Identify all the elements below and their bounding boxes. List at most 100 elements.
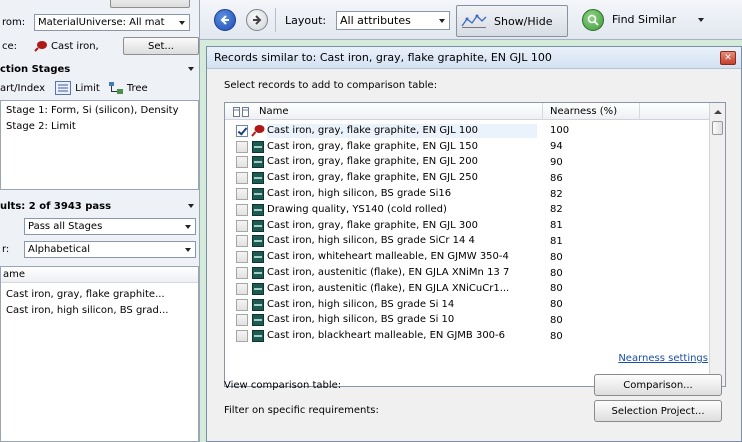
chevron-down-icon[interactable] (698, 18, 704, 22)
stage-type-toolbar: art/Index Limit Tree (0, 79, 200, 97)
record-nearness: 80 (550, 330, 563, 342)
pass-filter-combo[interactable]: Pass all Stages (24, 217, 196, 235)
row-checkbox[interactable] (236, 314, 248, 327)
show-hide-button[interactable]: Show/Hide (456, 5, 568, 37)
change-button-partial[interactable] (110, 0, 190, 8)
nearness-column-header[interactable]: Nearness (%) (550, 103, 640, 120)
results-name-header[interactable]: ame (1, 267, 198, 283)
record-nearness: 81 (550, 235, 563, 247)
material-record-icon (252, 140, 264, 153)
sort-value: Alphabetical (28, 243, 91, 255)
from-combo[interactable]: MaterialUniverse: All mat (34, 13, 190, 31)
material-record-icon (252, 235, 264, 248)
vertical-scrollbar[interactable] (709, 103, 725, 386)
forward-button[interactable] (246, 9, 268, 31)
record-nearness: 90 (550, 156, 563, 168)
row-checkbox[interactable] (236, 267, 248, 280)
table-row[interactable]: Cast iron, gray, flake graphite, EN GJL … (225, 123, 709, 139)
result-item[interactable]: Cast iron, high silicon, BS grad... (6, 305, 168, 316)
selection-stages-header: ction Stages (0, 60, 200, 78)
record-nearness: 100 (550, 125, 570, 137)
close-icon: ✕ (724, 53, 732, 63)
stage-item[interactable]: Stage 2: Limit (6, 121, 76, 132)
row-checkbox[interactable] (236, 203, 248, 216)
record-name: Cast iron, high silicon, BS grade SiCr 1… (267, 235, 475, 247)
table-row[interactable]: Cast iron, gray, flake graphite, EN GJL … (225, 139, 709, 155)
scroll-up-icon[interactable] (710, 105, 726, 119)
section-title: ction Stages (0, 63, 71, 75)
record-name: Cast iron, austenitic (flake), EN GJLA X… (267, 267, 510, 279)
select-all-header[interactable] (233, 103, 255, 120)
table-row[interactable]: Cast iron, gray, flake graphite, EN GJL … (225, 170, 709, 186)
record-name: Cast iron, whiteheart malleable, EN GJMW… (267, 251, 509, 263)
layout-label: Layout: (285, 14, 327, 27)
scrollbar-thumb[interactable] (712, 121, 723, 135)
name-column-header[interactable]: Name (258, 103, 543, 120)
row-checkbox[interactable] (236, 124, 248, 137)
row-checkbox[interactable] (236, 140, 248, 153)
dialog-title-bar: Records similar to: Cast iron, gray, fla… (207, 47, 741, 69)
left-panel: rom: MaterialUniverse: All mat ce: Cast … (0, 0, 200, 442)
nearness-settings-link[interactable]: Nearness settings (618, 353, 708, 364)
set-button[interactable]: Set... (123, 37, 199, 55)
row-checkbox[interactable] (236, 330, 248, 343)
material-record-icon (252, 251, 264, 264)
limit-icon[interactable] (55, 81, 72, 95)
back-button[interactable] (214, 9, 236, 31)
table-row[interactable]: Cast iron, austenitic (flake), EN GJLA X… (225, 281, 709, 297)
results-count: ults: 2 of 3943 pass (0, 200, 112, 212)
from-label: rom: (2, 16, 26, 28)
tree-label[interactable]: Tree (127, 83, 148, 94)
row-checkbox[interactable] (236, 156, 248, 169)
close-button[interactable]: ✕ (720, 51, 736, 65)
stage-item[interactable]: Stage 1: Form, Si (silicon), Density (6, 105, 179, 116)
row-checkbox[interactable] (236, 298, 248, 311)
row-checkbox[interactable] (236, 219, 248, 232)
table-row[interactable]: Cast iron, high silicon, BS grade Si 14 8… (225, 297, 709, 313)
show-hide-label: Show/Hide (494, 14, 553, 28)
result-item[interactable]: Cast iron, gray, flake graphite... (6, 289, 165, 300)
chevron-down-icon[interactable] (188, 67, 194, 71)
chart-index-label[interactable]: art/Index (0, 83, 45, 94)
source-row: ce: Cast iron, Set... (2, 37, 199, 55)
chevron-down-icon[interactable] (188, 204, 194, 208)
row-checkbox[interactable] (236, 172, 248, 185)
sort-combo[interactable]: Alphabetical (24, 240, 196, 258)
row-checkbox[interactable] (236, 282, 248, 295)
pinned-record-icon (251, 125, 265, 138)
table-row[interactable]: Cast iron, high silicon, BS grade Si16 82 (225, 186, 709, 202)
limit-label[interactable]: Limit (75, 83, 100, 94)
row-checkbox[interactable] (236, 251, 248, 264)
table-row[interactable]: Cast iron, gray, flake graphite, EN GJL … (225, 218, 709, 234)
table-row[interactable]: Drawing quality, YS140 (cold rolled) 82 (225, 202, 709, 218)
row-checkbox[interactable] (236, 188, 248, 201)
toolbar-divider (275, 8, 276, 32)
material-record-icon (252, 267, 264, 280)
find-similar-button-icon[interactable] (582, 9, 604, 31)
columns-icon (233, 106, 249, 117)
record-nearness: 80 (550, 299, 563, 311)
source-value: Cast iron, (51, 40, 99, 52)
tree-icon[interactable] (108, 81, 124, 95)
selection-project-button[interactable]: Selection Project... (594, 400, 722, 422)
layout-combo[interactable]: All attributes (336, 11, 450, 30)
list-header: Name Nearness (%) (225, 103, 709, 120)
records-list: Name Nearness (%) Cast iron, gray, flake… (224, 102, 726, 387)
record-name: Cast iron, high silicon, BS grade Si 14 (267, 298, 455, 310)
table-row[interactable]: Cast iron, blackheart malleable, EN GJMB… (225, 328, 709, 344)
table-row[interactable]: Cast iron, high silicon, BS grade Si 10 8… (225, 313, 709, 329)
record-nearness: 80 (550, 267, 563, 279)
record-name: Cast iron, high silicon, BS grade Si16 (267, 188, 452, 200)
record-name: Cast iron, gray, flake graphite, EN GJL … (267, 172, 478, 184)
comparison-button[interactable]: Comparison... (594, 374, 722, 396)
table-row[interactable]: Cast iron, austenitic (flake), EN GJLA X… (225, 265, 709, 281)
chevron-down-icon (439, 19, 445, 23)
find-similar-label[interactable]: Find Similar (612, 13, 676, 26)
row-checkbox[interactable] (236, 235, 248, 248)
table-row[interactable]: Cast iron, whiteheart malleable, EN GJMW… (225, 249, 709, 265)
material-record-icon (252, 203, 264, 216)
record-nearness: 82 (550, 188, 563, 200)
left-top-strip (0, 0, 200, 8)
table-row[interactable]: Cast iron, high silicon, BS grade SiCr 1… (225, 234, 709, 250)
table-row[interactable]: Cast iron, gray, flake graphite, EN GJL … (225, 155, 709, 171)
